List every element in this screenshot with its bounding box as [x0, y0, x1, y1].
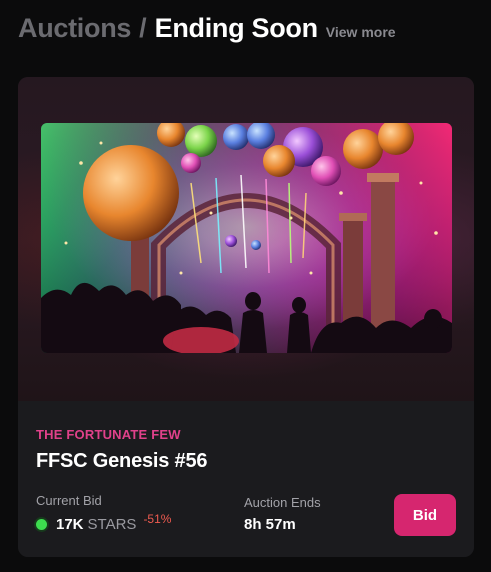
- page-title: Ending Soon: [154, 13, 318, 43]
- bid-button[interactable]: Bid: [394, 494, 456, 536]
- nft-title[interactable]: FFSC Genesis #56: [36, 450, 208, 473]
- current-bid-label: Current Bid: [36, 493, 102, 508]
- breadcrumb-auctions[interactable]: Auctions: [18, 13, 131, 44]
- nft-artwork-image[interactable]: [41, 123, 452, 353]
- card-media-backdrop: [18, 77, 474, 401]
- status-dot-icon: [36, 518, 47, 530]
- breadcrumb-separator: /: [139, 13, 147, 43]
- auction-ends-value: 8h 57m: [244, 516, 296, 533]
- auctions-page: Auctions / Ending Soon View more THE FOR…: [0, 0, 491, 572]
- bid-currency: STARS: [87, 515, 137, 533]
- auction-ends-label: Auction Ends: [244, 495, 321, 510]
- bid-change-badge: -51%: [143, 512, 172, 526]
- party-ballroom-artwork: [41, 123, 452, 353]
- auction-card[interactable]: THE FORTUNATE FEW FFSC Genesis #56 Curre…: [18, 77, 474, 557]
- bid-amount: 17K: [56, 515, 84, 533]
- page-heading: Auctions / Ending Soon View more: [18, 13, 396, 53]
- collection-name[interactable]: THE FORTUNATE FEW: [36, 427, 181, 442]
- current-bid-value: 17K STARS -51%: [36, 512, 172, 535]
- view-more-link[interactable]: View more: [326, 24, 396, 40]
- card-details: THE FORTUNATE FEW FFSC Genesis #56 Curre…: [18, 401, 474, 557]
